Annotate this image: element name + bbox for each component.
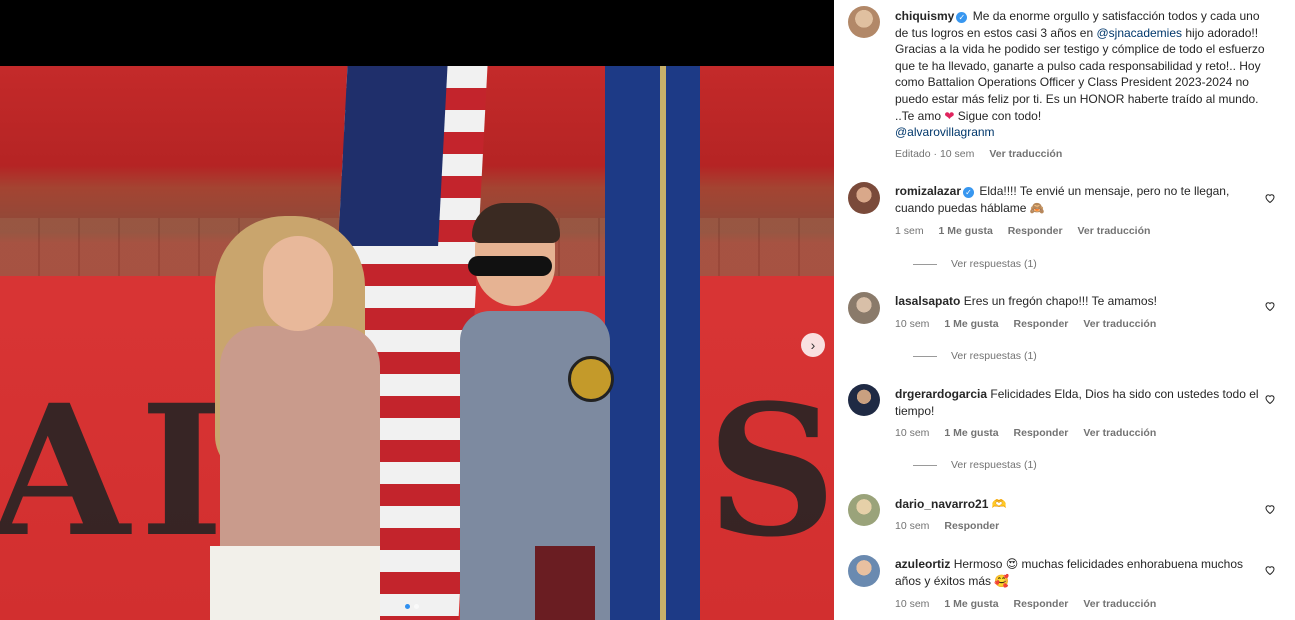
view-replies-label: Ver respuestas (1) [951, 459, 1037, 471]
comment-username[interactable]: dario_navarro21 [895, 497, 988, 511]
avatar[interactable] [848, 182, 880, 214]
caption-username[interactable]: chiquismy [895, 9, 954, 23]
like-heart-icon[interactable] [1264, 503, 1276, 515]
comment-username[interactable]: romizalazar [895, 184, 961, 198]
comment-likes[interactable]: 1 Me gusta [944, 598, 998, 610]
comment-username[interactable]: azuleortiz [895, 557, 950, 571]
post-media: AIDERS › [0, 0, 834, 620]
heart-icon: ❤ [944, 108, 955, 123]
verified-badge-icon: ✓ [956, 12, 968, 23]
view-replies-label: Ver respuestas (1) [951, 258, 1037, 270]
view-replies-button[interactable]: Ver respuestas (1) [913, 350, 1037, 362]
like-heart-icon[interactable] [1264, 192, 1276, 204]
comment-time: 10 sem [895, 520, 930, 532]
mention-link-2[interactable]: @alvarovillagranm [895, 125, 995, 139]
chevron-right-icon: › [810, 337, 816, 353]
comment-text: 🫶 [991, 497, 1007, 511]
reply-button[interactable]: Responder [1014, 598, 1069, 610]
reply-button[interactable]: Responder [1014, 427, 1069, 439]
like-heart-icon[interactable] [1264, 393, 1276, 405]
post-photo: AIDERS [0, 66, 834, 620]
instagram-post-view: AIDERS › chiquismy✓ Me da enorme orgullo [0, 0, 1295, 620]
translate-link[interactable]: Ver traducción [1083, 598, 1156, 610]
comment-likes[interactable]: 1 Me gusta [939, 225, 993, 237]
caption-edited-time: Editado · 10 sem [895, 148, 975, 160]
verified-badge-icon: ✓ [963, 187, 975, 198]
reply-button[interactable]: Responder [944, 520, 999, 532]
avatar[interactable] [848, 494, 880, 526]
comment-time: 10 sem [895, 318, 930, 330]
view-replies-label: Ver respuestas (1) [951, 350, 1037, 362]
avatar[interactable] [848, 555, 880, 587]
comment-likes[interactable]: 1 Me gusta [944, 427, 998, 439]
reply-button[interactable]: Responder [1008, 225, 1063, 237]
translate-link[interactable]: Ver traducción [1083, 318, 1156, 330]
avatar[interactable] [848, 384, 880, 416]
comment-text: Eres un fregón chapo!!! Te amamos! [963, 294, 1157, 308]
carousel-indicator [405, 604, 419, 609]
mention-link[interactable]: @sjnacademies [1096, 26, 1182, 40]
caption-text-end: Sigue con todo! [957, 108, 1042, 123]
like-heart-icon[interactable] [1264, 564, 1276, 576]
avatar[interactable] [848, 292, 880, 324]
comment-time: 10 sem [895, 598, 930, 610]
cadet-figure [460, 203, 620, 620]
translate-link[interactable]: Ver traducción [989, 148, 1062, 160]
comment-time: 1 sem [895, 225, 924, 237]
next-image-button[interactable]: › [801, 333, 825, 357]
woman-figure [205, 216, 395, 620]
flag-pole [660, 66, 666, 620]
carousel-dot-active [405, 604, 410, 609]
view-replies-button[interactable]: Ver respuestas (1) [913, 258, 1037, 270]
carousel-dot [414, 604, 419, 609]
comment-likes[interactable]: 1 Me gusta [944, 318, 998, 330]
translate-link[interactable]: Ver traducción [1083, 427, 1156, 439]
translate-link[interactable]: Ver traducción [1077, 225, 1150, 237]
comment-username[interactable]: lasalsapato [895, 294, 960, 308]
reply-button[interactable]: Responder [1014, 318, 1069, 330]
comment-username[interactable]: drgerardogarcia [895, 387, 987, 401]
view-replies-button[interactable]: Ver respuestas (1) [913, 459, 1037, 471]
avatar[interactable] [848, 6, 880, 38]
comments-panel: chiquismy ✓ Me da enorme orgullo y satisf… [834, 0, 1295, 620]
comment-time: 10 sem [895, 427, 930, 439]
like-heart-icon[interactable] [1264, 300, 1276, 312]
